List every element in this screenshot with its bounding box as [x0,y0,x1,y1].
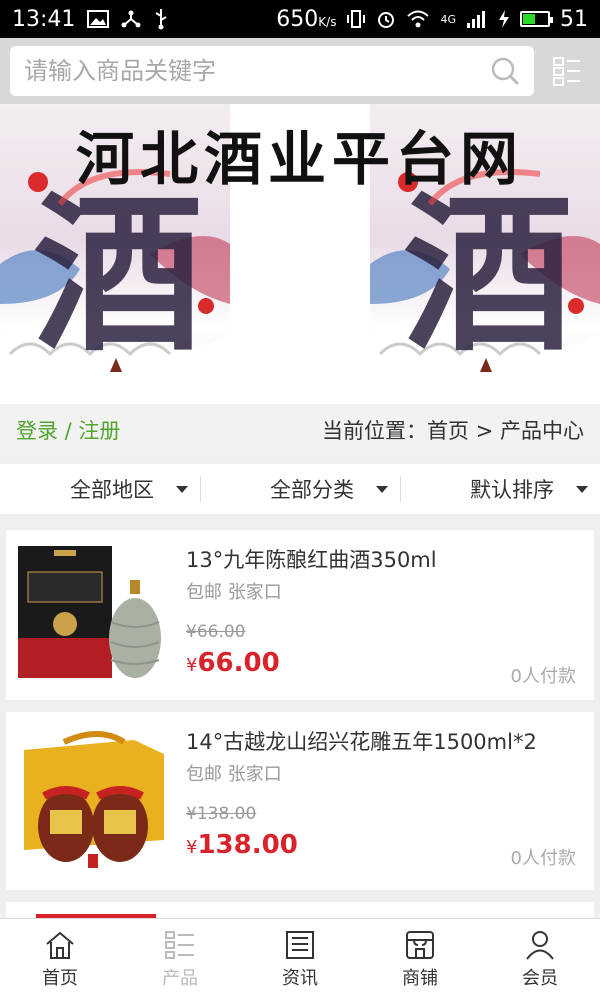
product-image[interactable] [14,730,174,870]
vibrate-icon [347,10,366,28]
svg-text:酒: 酒 [403,175,573,375]
alarm-icon [378,12,395,28]
wifi-icon [407,10,430,28]
login-register-link[interactable]: 登录 / 注册 [16,415,120,445]
product-name[interactable]: 14°古越龙山绍兴花雕五年1500ml*2 [186,726,537,756]
category-menu-icon[interactable] [552,56,582,86]
nav-products-label: 产品 [162,968,198,989]
search-box[interactable] [10,46,534,96]
product-name[interactable]: 13°九年陈酿红曲酒350ml [186,544,437,574]
caret-down-icon [576,485,588,493]
bottom-nav: 首页 产品 资讯 商铺 会员 [0,918,600,1000]
location-bar: 登录 / 注册 当前位置：首页 > 产品中心 [0,404,600,456]
charging-icon [499,10,509,28]
caret-down-icon [176,485,188,493]
filter-sort-label: 默认排序 [470,478,554,502]
usb-icon [155,9,167,30]
home-icon [46,931,74,959]
product-price: ¥66.00 [186,648,280,678]
search-icon[interactable] [490,56,520,86]
nav-home[interactable]: 首页 [0,919,120,1000]
nav-shop[interactable]: 商铺 [360,919,480,1000]
network-type: 4G [440,12,456,26]
product-image[interactable] [14,542,174,682]
nav-products[interactable]: 产品 [120,919,240,1000]
filter-category-label: 全部分类 [270,478,354,502]
nav-home-label: 首页 [42,968,78,989]
status-time: 13:41 [12,6,76,32]
product-paid-count: 0人付款 [510,666,576,687]
share-icon [121,10,141,28]
product-shipping: 包邮 张家口 [186,764,282,785]
battery-icon [520,11,553,27]
filter-region[interactable]: 全部地区 [0,464,200,514]
product-original-price: ¥138.00 [186,804,257,824]
caret-down-icon [376,485,388,493]
search-input[interactable] [24,57,490,85]
search-bar [0,38,600,104]
shop-icon [406,931,434,959]
nav-news-label: 资讯 [282,968,318,989]
nav-member[interactable]: 会员 [480,919,600,1000]
filter-sort[interactable]: 默认排序 [400,464,600,514]
filter-bar: 全部地区 全部分类 默认排序 [0,464,600,514]
svg-text:酒: 酒 [33,175,203,375]
image-icon [87,10,110,28]
filter-category[interactable]: 全部分类 [200,464,400,514]
product-card-partial[interactable] [6,902,594,918]
filter-region-label: 全部地区 [70,478,154,502]
product-price: ¥138.00 [186,830,298,860]
promo-banner[interactable]: 酒 酒 河北酒业平台网 [0,104,600,404]
breadcrumb: 当前位置：首页 > 产品中心 [322,419,584,443]
product-card[interactable]: 14°古越龙山绍兴花雕五年1500ml*2 包邮 张家口 ¥138.00 ¥13… [6,712,594,890]
banner-title: 河北酒业平台网 [75,125,524,193]
signal-icon [467,11,485,28]
product-paid-count: 0人付款 [510,848,576,869]
news-icon [286,931,314,959]
product-card[interactable]: 13°九年陈酿红曲酒350ml 包邮 张家口 ¥66.00 ¥66.00 0人付… [6,530,594,700]
status-bar: 13:41 650K/s 4G 51 [0,0,600,38]
battery-percent: 51 [560,6,588,32]
product-shipping: 包邮 张家口 [186,582,282,603]
network-speed: 650K/s [276,6,337,32]
nav-shop-label: 商铺 [402,968,438,989]
grid-list-icon [165,931,194,959]
user-icon [526,931,554,960]
nav-news[interactable]: 资讯 [240,919,360,1000]
product-original-price: ¥66.00 [186,622,246,642]
nav-member-label: 会员 [522,968,558,989]
